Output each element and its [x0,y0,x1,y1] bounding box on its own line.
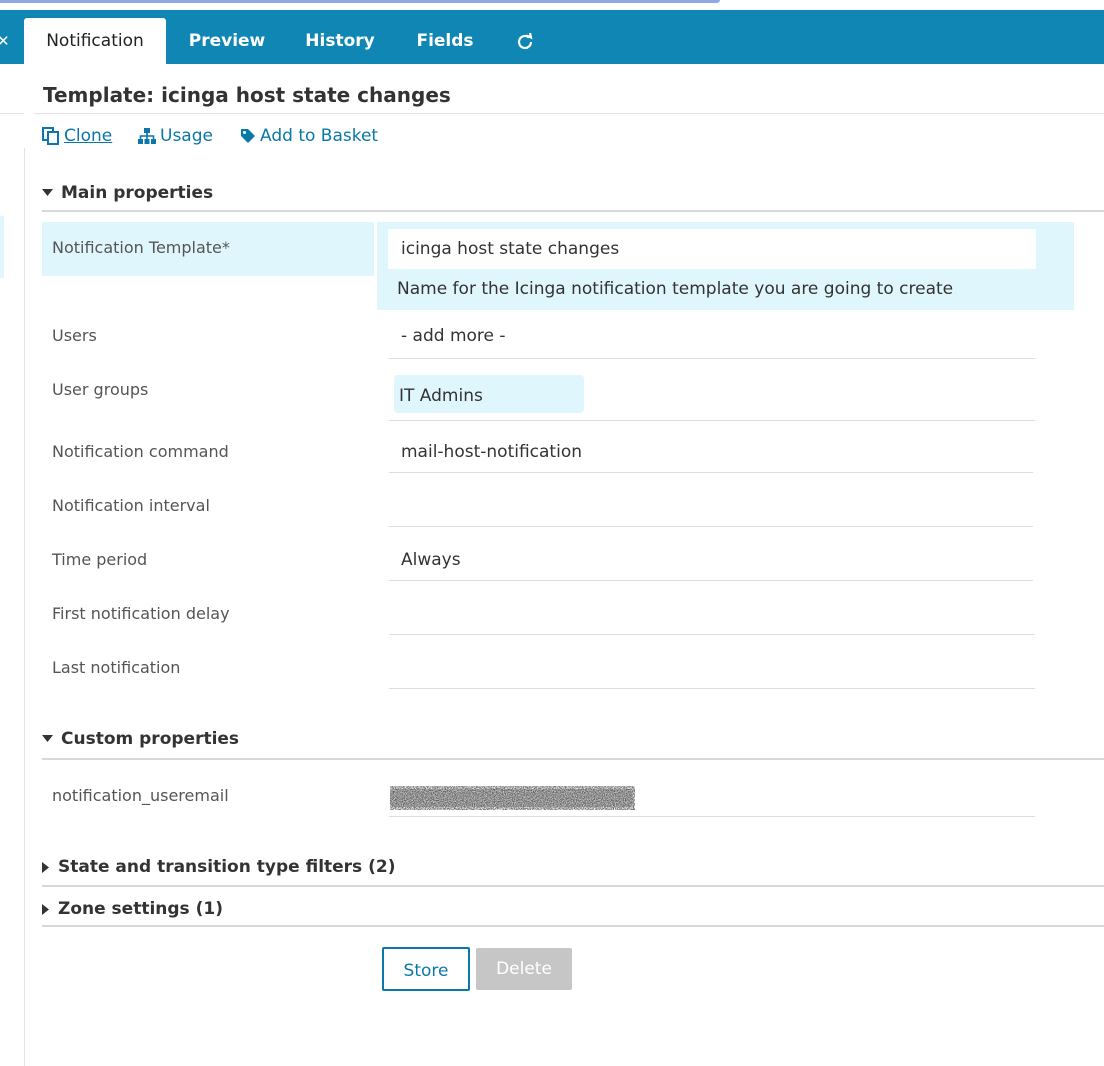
redacted-email-value [390,786,635,810]
clone-label: Clone [64,126,113,146]
tab-notification[interactable]: Notification [24,18,166,64]
notification-template-hint: Name for the Icinga notification templat… [397,279,954,299]
last-notification-label: Last notification [52,658,181,677]
close-icon[interactable]: ✕ [0,32,10,50]
notification-command-select[interactable]: mail-host-notification [389,434,1033,473]
tab-fields[interactable]: Fields [400,18,490,64]
caret-right-icon [42,903,49,915]
store-button[interactable]: Store [382,947,470,991]
section-main-properties[interactable]: Main properties [42,183,213,203]
first-notification-delay-label: First notification delay [52,604,230,623]
delete-button[interactable]: Delete [476,948,572,990]
users-label: Users [52,326,97,345]
section-divider [42,925,1104,927]
user-groups-label: User groups [52,380,149,399]
usage-label: Usage [160,126,213,146]
users-select[interactable]: - add more - [389,318,1035,359]
refresh-icon[interactable] [513,30,537,54]
title-divider [34,113,1104,114]
tag-icon [241,129,255,143]
left-panel-selection [0,216,4,278]
time-period-select[interactable]: Always [389,542,1033,581]
section-custom-properties[interactable]: Custom properties [42,729,239,749]
section-divider [42,210,1104,212]
section-state-filters-label: State and transition type filters (2) [58,857,396,877]
left-panel-divider [0,113,24,114]
notification-interval-input[interactable] [389,488,1033,527]
section-zone-label: Zone settings (1) [58,899,223,919]
caret-right-icon [42,861,49,873]
caret-down-icon [42,735,53,742]
clone-link[interactable]: Clone [42,126,112,146]
time-period-label: Time period [52,550,148,569]
browser-top-line [0,0,720,3]
section-state-filters[interactable]: State and transition type filters (2) [42,857,395,877]
notification-useremail-label: notification_useremail [52,786,229,805]
panel-border [24,148,25,1066]
notification-interval-label: Notification interval [52,496,210,515]
notification-template-input[interactable]: icinga host state changes [388,229,1036,269]
section-custom-label: Custom properties [61,729,240,749]
first-notification-delay-input[interactable] [389,596,1035,635]
tab-bar: ✕ Notification Preview History Fields [0,10,1104,64]
section-main-label: Main properties [61,183,214,203]
add-to-basket-label: Add to Basket [260,126,379,146]
page-title: Template: icinga host state changes [43,83,451,107]
notification-command-label: Notification command [52,442,229,461]
section-divider [42,885,1104,887]
sitemap-icon [138,128,156,144]
add-to-basket-link[interactable]: Add to Basket [240,126,378,146]
last-notification-input[interactable] [389,650,1035,689]
section-divider [42,758,1104,760]
tab-preview[interactable]: Preview [174,18,280,64]
section-zone-settings[interactable]: Zone settings (1) [42,899,223,919]
user-group-tag[interactable]: IT Admins [394,375,584,413]
tab-history[interactable]: History [290,18,390,64]
caret-down-icon [42,189,53,196]
copy-icon [42,127,59,145]
notification-template-label: Notification Template* [52,238,230,257]
usage-link[interactable]: Usage [138,126,213,146]
